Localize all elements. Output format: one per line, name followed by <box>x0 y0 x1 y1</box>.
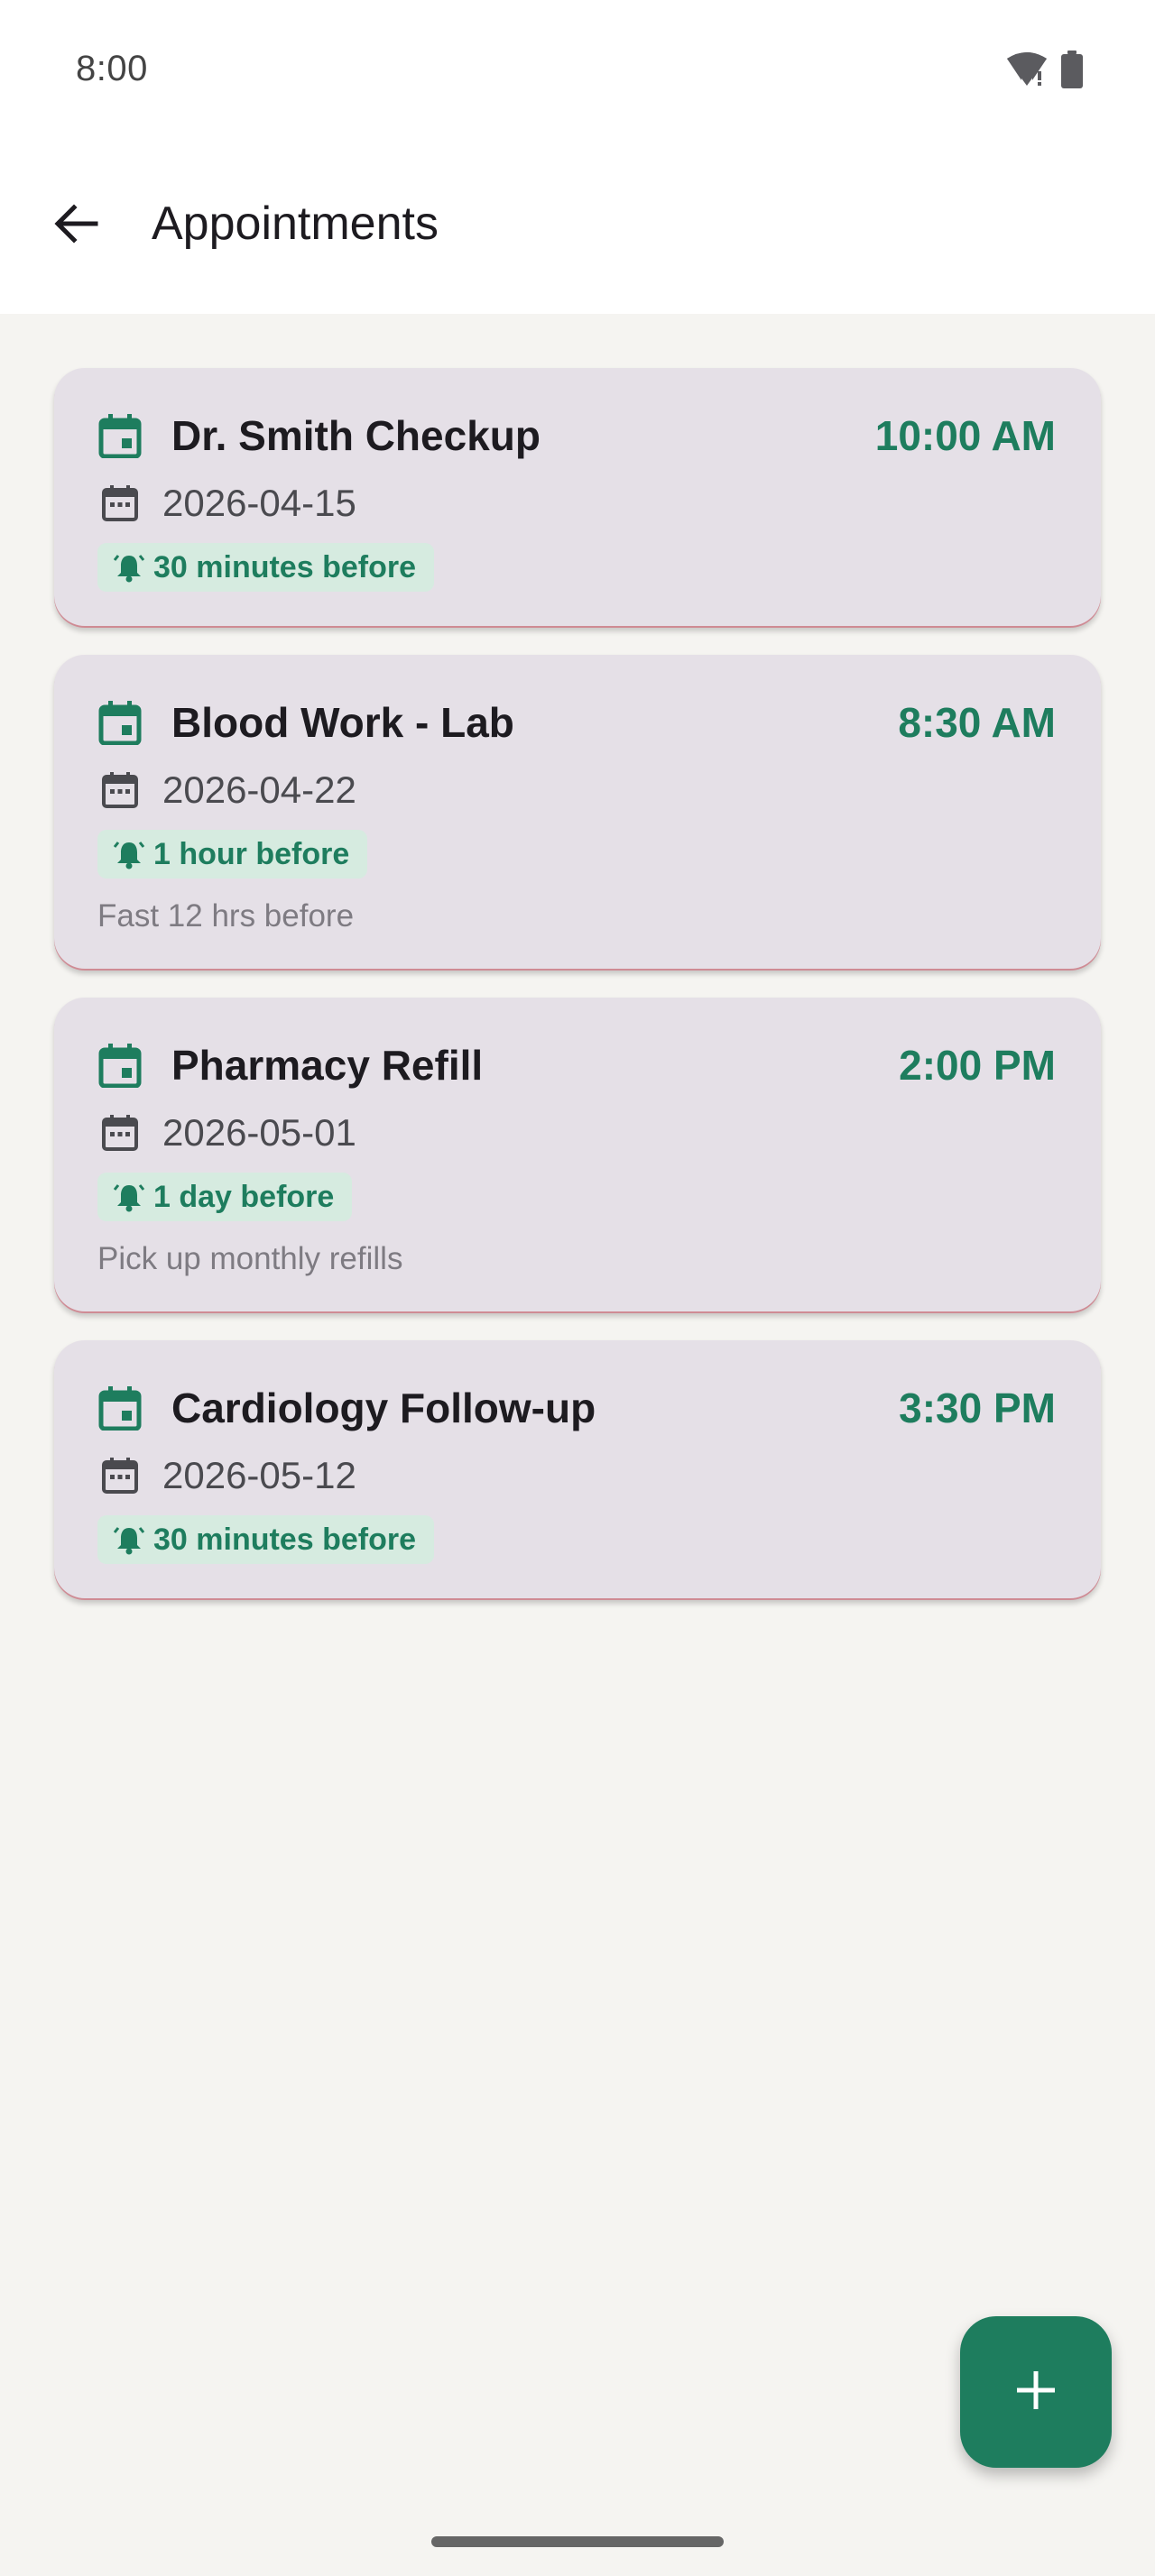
alarm-bell-icon <box>114 1524 144 1555</box>
plus-icon <box>1013 2368 1058 2417</box>
calendar-icon <box>101 771 139 809</box>
appointments-screen: 8:00 Appointments Dr. Smith Checkup 10:0… <box>0 0 1155 2576</box>
alarm-bell-icon <box>114 839 144 869</box>
calendar-icon <box>101 484 139 522</box>
alarm-bell-icon <box>114 552 144 583</box>
status-time: 8:00 <box>76 49 148 88</box>
top-app-bar: Appointments <box>0 135 1155 314</box>
add-appointment-button[interactable] <box>960 2316 1112 2468</box>
arrow-back-icon <box>52 200 99 252</box>
appointment-title: Blood Work - Lab <box>171 699 514 746</box>
appointment-card[interactable]: Blood Work - Lab 8:30 AM 2026-04-22 1 ho… <box>54 655 1101 971</box>
back-button[interactable] <box>43 182 108 269</box>
appointment-date: 2026-04-15 <box>162 482 356 524</box>
appointment-list: Dr. Smith Checkup 10:00 AM 2026-04-15 30… <box>54 368 1101 1600</box>
event-icon <box>97 413 143 458</box>
appointment-date: 2026-05-12 <box>162 1454 356 1496</box>
reminder-chip: 30 minutes before <box>97 543 434 592</box>
event-icon <box>97 1043 143 1088</box>
appointment-card[interactable]: Dr. Smith Checkup 10:00 AM 2026-04-15 30… <box>54 368 1101 628</box>
home-indicator[interactable] <box>431 2536 724 2547</box>
status-bar: 8:00 <box>0 0 1155 135</box>
appointment-title: Pharmacy Refill <box>171 1042 484 1089</box>
reminder-chip: 1 hour before <box>97 830 368 879</box>
appointment-notes: Pick up monthly refills <box>97 1241 403 1276</box>
wifi-icon <box>1005 51 1049 92</box>
battery-icon <box>1061 51 1083 93</box>
appointment-card[interactable]: Cardiology Follow-up 3:30 PM 2026-05-12 … <box>54 1340 1101 1600</box>
reminder-chip: 30 minutes before <box>97 1515 434 1564</box>
calendar-icon <box>101 1114 139 1152</box>
page-title: Appointments <box>152 198 439 250</box>
appointment-date: 2026-04-22 <box>162 768 356 811</box>
status-icons <box>1005 51 1083 93</box>
alarm-bell-icon <box>114 1182 144 1212</box>
appointment-notes: Fast 12 hrs before <box>97 898 355 934</box>
appointment-time: 2:00 PM <box>899 1042 1056 1089</box>
event-icon <box>97 700 143 745</box>
calendar-icon <box>101 1457 139 1495</box>
reminder-text: 30 minutes before <box>153 1522 416 1557</box>
reminder-text: 30 minutes before <box>153 549 416 584</box>
appointment-card[interactable]: Pharmacy Refill 2:00 PM 2026-05-01 1 day… <box>54 998 1101 1313</box>
appointment-title: Cardiology Follow-up <box>171 1385 596 1431</box>
appointment-title: Dr. Smith Checkup <box>171 412 541 459</box>
event-icon <box>97 1385 143 1431</box>
appointment-time: 8:30 AM <box>898 699 1056 746</box>
reminder-chip: 1 day before <box>97 1173 353 1221</box>
reminder-text: 1 day before <box>153 1179 335 1214</box>
appointment-time: 10:00 AM <box>874 412 1056 459</box>
reminder-text: 1 hour before <box>153 836 350 871</box>
appointment-date: 2026-05-01 <box>162 1111 356 1154</box>
appointment-time: 3:30 PM <box>899 1385 1056 1431</box>
